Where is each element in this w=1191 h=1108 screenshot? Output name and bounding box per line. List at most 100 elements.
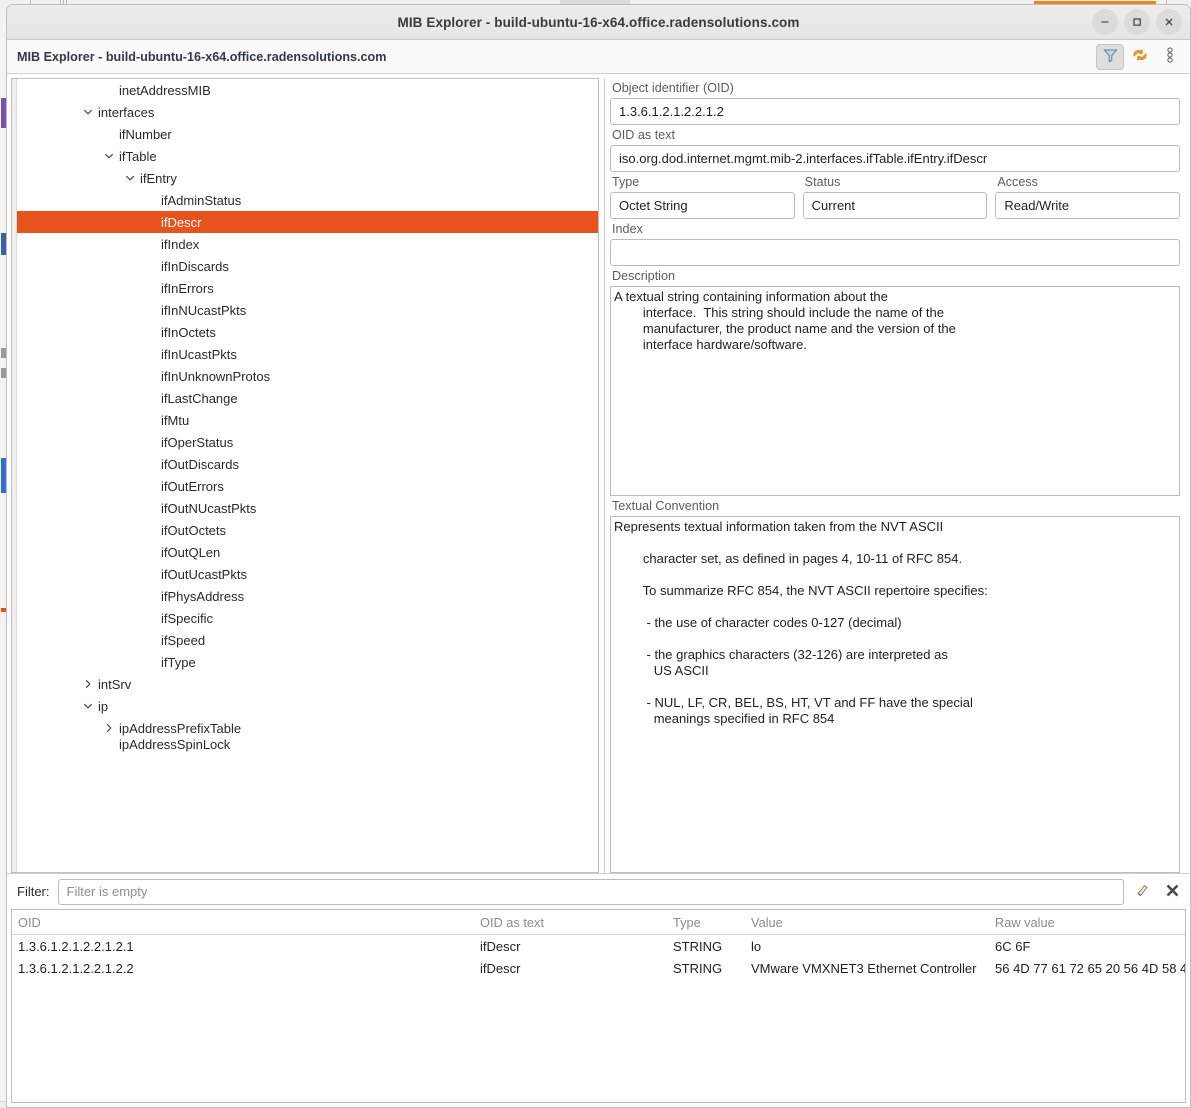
tree-node-label: ifInOctets	[159, 325, 216, 340]
oid-label: Object identifier (OID)	[612, 81, 1180, 95]
tree-node[interactable]: ifNumber	[17, 123, 598, 145]
overflow-menu-icon	[1166, 46, 1174, 67]
oid-as-text-label: OID as text	[612, 128, 1180, 142]
title-bar: MIB Explorer - build-ubuntu-16-x64.offic…	[7, 5, 1190, 40]
tree-node-label: ifTable	[117, 149, 157, 164]
cell-value: lo	[745, 939, 989, 954]
chevron-down-icon[interactable]	[80, 701, 96, 711]
chevron-right-icon[interactable]	[101, 723, 117, 733]
mib-explorer-window: MIB Explorer - build-ubuntu-16-x64.offic…	[6, 4, 1191, 1108]
tree-node[interactable]: ifEntry	[17, 167, 598, 189]
tree-node-label: ifInErrors	[159, 281, 214, 296]
tree-node[interactable]: ifOutQLen	[17, 541, 598, 563]
tree-node[interactable]: ifOutUcastPkts	[17, 563, 598, 585]
textual-convention-text[interactable]: Represents textual information taken fro…	[610, 516, 1180, 873]
table-row[interactable]: 1.3.6.1.2.1.2.2.1.2.1ifDescrSTRINGlo6C 6…	[12, 935, 1185, 957]
column-header-value[interactable]: Value	[745, 915, 989, 930]
cell-type: STRING	[667, 961, 745, 976]
tree-node[interactable]: intSrv	[17, 673, 598, 695]
tree-node-label: inetAddressMIB	[117, 83, 211, 98]
tree-node[interactable]: ifIndex	[17, 233, 598, 255]
tree-node[interactable]: ipAddressPrefixTable	[17, 717, 598, 739]
cell-raw-value: 56 4D 77 61 72 65 20 56 4D 58 4E	[989, 961, 1185, 976]
filter-toggle-button[interactable]	[1096, 44, 1124, 70]
mib-tree[interactable]: inetAddressMIB interfacesifNumber ifTable i…	[17, 79, 598, 872]
tree-node[interactable]: ip	[17, 695, 598, 717]
column-header-raw-value[interactable]: Raw value	[989, 915, 1185, 930]
main-split: inetAddressMIB interfacesifNumber ifTable i…	[7, 74, 1190, 873]
tree-node[interactable]: ifOutDiscards	[17, 453, 598, 475]
chevron-down-icon[interactable]	[122, 173, 138, 183]
tree-node[interactable]: ifType	[17, 651, 598, 673]
filter-clear-button[interactable]	[1130, 879, 1154, 905]
chevron-right-icon[interactable]	[80, 679, 96, 689]
cell-oid: 1.3.6.1.2.1.2.2.1.2.2	[12, 961, 474, 976]
object-details-panel: Object identifier (OID) 1.3.6.1.2.1.2.2.…	[604, 78, 1186, 873]
cell-oid-as-text: ifDescr	[474, 939, 667, 954]
tree-node[interactable]: inetAddressMIB	[17, 79, 598, 101]
header-bar: MIB Explorer - build-ubuntu-16-x64.offic…	[7, 40, 1190, 74]
tree-node-label: ifOutNUcastPkts	[159, 501, 256, 516]
column-header-oid-as-text[interactable]: OID as text	[474, 915, 667, 930]
index-label: Index	[612, 222, 1180, 236]
tree-node-label: ifSpeed	[159, 633, 205, 648]
tree-node-label: ipAddressPrefixTable	[117, 721, 241, 736]
refresh-icon	[1131, 46, 1149, 67]
tree-node-label: ifOperStatus	[159, 435, 233, 450]
tree-node[interactable]: ifOutNUcastPkts	[17, 497, 598, 519]
description-text[interactable]: A textual string containing information …	[610, 286, 1180, 496]
tree-node[interactable]: ifSpecific	[17, 607, 598, 629]
tree-node[interactable]: ifInNUcastPkts	[17, 299, 598, 321]
tree-node[interactable]: ifAdminStatus	[17, 189, 598, 211]
tree-node[interactable]: ipAddressSpinLock	[17, 739, 598, 749]
tree-node-label: intSrv	[96, 677, 131, 692]
index-field[interactable]	[610, 239, 1180, 266]
tree-node[interactable]: ifPhysAddress	[17, 585, 598, 607]
tree-node-label: ifInNUcastPkts	[159, 303, 246, 318]
tree-node[interactable]: ifInUcastPkts	[17, 343, 598, 365]
overflow-menu-button[interactable]	[1156, 44, 1184, 70]
tree-node[interactable]: ifSpeed	[17, 629, 598, 651]
tree-node-label: ifPhysAddress	[159, 589, 244, 604]
filter-input[interactable]: Filter is empty	[58, 879, 1125, 905]
filter-close-button[interactable]	[1160, 879, 1184, 905]
chevron-down-icon[interactable]	[101, 151, 117, 161]
table-row[interactable]: 1.3.6.1.2.1.2.2.1.2.2ifDescrSTRINGVMware…	[12, 957, 1185, 979]
status-field[interactable]: Current	[803, 192, 988, 219]
tree-node[interactable]: ifInOctets	[17, 321, 598, 343]
tree-node[interactable]: ifInDiscards	[17, 255, 598, 277]
maximize-button[interactable]	[1124, 9, 1150, 35]
tree-node-label: ifOutDiscards	[159, 457, 239, 472]
access-field[interactable]: Read/Write	[995, 192, 1180, 219]
close-button[interactable]	[1156, 9, 1182, 35]
column-header-oid[interactable]: OID	[12, 915, 474, 930]
app-title: MIB Explorer - build-ubuntu-16-x64.offic…	[17, 50, 1094, 64]
oid-as-text-field[interactable]: iso.org.dod.internet.mgmt.mib-2.interfac…	[610, 145, 1180, 172]
tree-node[interactable]: ifOutOctets	[17, 519, 598, 541]
tree-node-label: ifOutOctets	[159, 523, 226, 538]
tree-node[interactable]: interfaces	[17, 101, 598, 123]
tree-node[interactable]: ifTable	[17, 145, 598, 167]
tree-node[interactable]: ifMtu	[17, 409, 598, 431]
tree-node-label: ipAddressSpinLock	[117, 737, 230, 752]
tree-node[interactable]: ifInErrors	[17, 277, 598, 299]
chevron-down-icon[interactable]	[80, 107, 96, 117]
access-label: Access	[997, 175, 1180, 189]
refresh-button[interactable]	[1126, 44, 1154, 70]
column-header-type[interactable]: Type	[667, 915, 745, 930]
eraser-icon	[1134, 882, 1150, 901]
tree-node-label: ifDescr	[159, 215, 201, 230]
cell-oid: 1.3.6.1.2.1.2.2.1.2.1	[12, 939, 474, 954]
tree-node[interactable]: ifOutErrors	[17, 475, 598, 497]
type-field[interactable]: Octet String	[610, 192, 795, 219]
minimize-button[interactable]	[1092, 9, 1118, 35]
tree-node[interactable]: ifLastChange	[17, 387, 598, 409]
close-icon	[1165, 883, 1180, 901]
tree-node-label: ifType	[159, 655, 196, 670]
results-body: 1.3.6.1.2.1.2.2.1.2.1ifDescrSTRINGlo6C 6…	[12, 935, 1185, 1102]
tree-node[interactable]: ifOperStatus	[17, 431, 598, 453]
status-label: Status	[805, 175, 988, 189]
tree-node[interactable]: ifInUnknownProtos	[17, 365, 598, 387]
oid-field[interactable]: 1.3.6.1.2.1.2.2.1.2	[610, 98, 1180, 125]
tree-node-selected[interactable]: ifDescr	[17, 211, 598, 233]
